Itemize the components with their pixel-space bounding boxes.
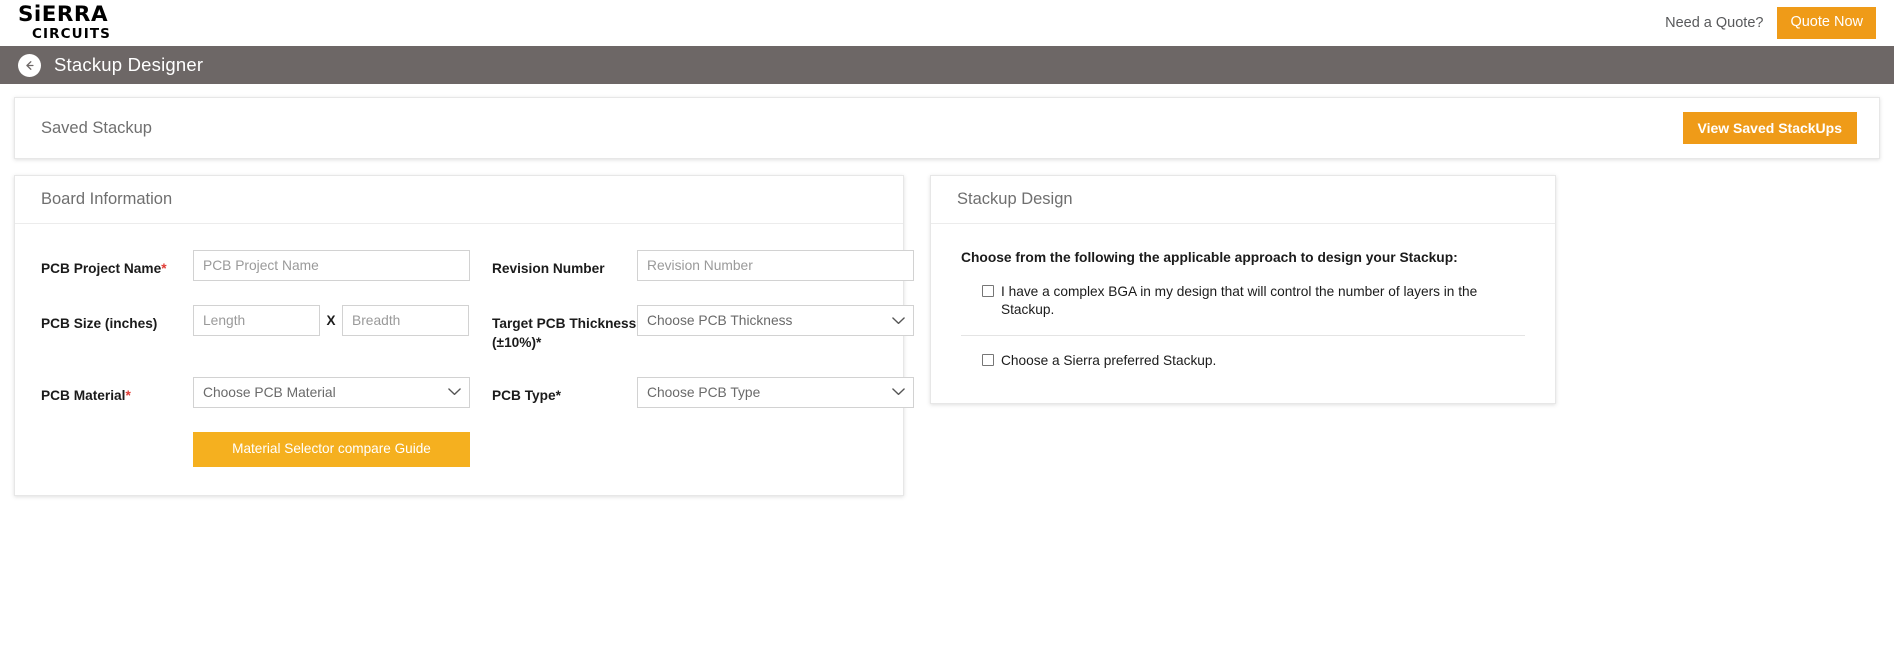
logo-line-2: CIRCUITS xyxy=(32,28,111,42)
form-row-project-name: PCB Project Name* Revision Number xyxy=(41,250,877,281)
target-pcb-thickness-cell: Choose PCB Thickness xyxy=(637,305,914,336)
page-title-bar: Stackup Designer xyxy=(0,46,1894,84)
top-bar: SiERRA CIRCUITS Need a Quote? Quote Now xyxy=(0,0,1894,46)
pcb-type-label-text: PCB Type xyxy=(492,388,556,403)
top-bar-actions: Need a Quote? Quote Now xyxy=(1665,7,1884,39)
stackup-design-heading: Stackup Design xyxy=(931,176,1555,224)
main-columns: Board Information PCB Project Name* Revi… xyxy=(14,175,1880,496)
target-pcb-thickness-label: Target PCB Thickness (±10%)* xyxy=(492,305,637,353)
pcb-material-label: PCB Material* xyxy=(41,377,193,405)
required-asterisk: * xyxy=(161,261,166,276)
board-information-form: PCB Project Name* Revision Number PCB Si… xyxy=(15,224,903,495)
back-arrow-icon[interactable] xyxy=(18,54,41,77)
form-row-pcb-size: PCB Size (inches) X Target PCB Thickness… xyxy=(41,305,877,353)
need-a-quote-text: Need a Quote? xyxy=(1665,15,1763,31)
view-saved-stackups-button[interactable]: View Saved StackUps xyxy=(1683,112,1857,144)
pcb-type-select[interactable]: Choose PCB Type xyxy=(637,377,914,408)
pcb-size-separator: X xyxy=(320,313,342,328)
target-thickness-label-line1: Target PCB Thickness xyxy=(492,316,636,331)
complex-bga-checkbox[interactable] xyxy=(982,285,994,297)
target-pcb-thickness-select[interactable]: Choose PCB Thickness xyxy=(637,305,914,336)
pcb-type-cell: Choose PCB Type xyxy=(637,377,914,408)
required-asterisk: * xyxy=(125,388,130,403)
pcb-size-cell: X xyxy=(193,305,470,336)
required-asterisk: * xyxy=(556,388,561,403)
pcb-material-select-wrap: Choose PCB Material xyxy=(193,377,470,408)
saved-stackup-title: Saved Stackup xyxy=(41,119,152,138)
board-information-column: Board Information PCB Project Name* Revi… xyxy=(14,175,904,496)
stackup-approach-instruction: Choose from the following the applicable… xyxy=(961,250,1525,265)
stackup-option-sierra-preferred[interactable]: Choose a Sierra preferred Stackup. xyxy=(961,336,1525,378)
revision-number-label: Revision Number xyxy=(492,250,637,278)
pcb-type-label: PCB Type* xyxy=(492,377,637,405)
sierra-preferred-checkbox[interactable] xyxy=(982,354,994,366)
pcb-project-name-input[interactable] xyxy=(193,250,470,281)
pcb-material-cell: Choose PCB Material xyxy=(193,377,470,408)
target-thickness-label-line2: (±10%) xyxy=(492,335,536,350)
pcb-project-name-cell xyxy=(193,250,470,281)
page-title: Stackup Designer xyxy=(54,54,203,76)
pcb-material-label-text: PCB Material xyxy=(41,388,125,403)
pcb-size-label: PCB Size (inches) xyxy=(41,305,193,333)
revision-number-cell xyxy=(637,250,914,281)
stackup-design-column: Stackup Design Choose from the following… xyxy=(930,175,1556,404)
page-content: Saved Stackup View Saved StackUps Board … xyxy=(0,97,1894,646)
board-information-card: Board Information PCB Project Name* Revi… xyxy=(14,175,904,496)
sierra-circuits-logo[interactable]: SiERRA CIRCUITS xyxy=(18,4,111,42)
quote-now-button[interactable]: Quote Now xyxy=(1777,7,1876,39)
saved-stackup-panel: Saved Stackup View Saved StackUps xyxy=(14,97,1880,159)
logo-line-1: SiERRA xyxy=(18,4,113,25)
required-asterisk: * xyxy=(536,335,541,350)
pcb-length-input[interactable] xyxy=(193,305,320,336)
stackup-design-body: Choose from the following the applicable… xyxy=(931,224,1555,403)
pcb-project-name-label-text: PCB Project Name xyxy=(41,261,161,276)
pcb-project-name-label: PCB Project Name* xyxy=(41,250,193,278)
sierra-preferred-label: Choose a Sierra preferred Stackup. xyxy=(1001,352,1216,370)
revision-number-input[interactable] xyxy=(637,250,914,281)
material-selector-compare-guide-button[interactable]: Material Selector compare Guide xyxy=(193,432,470,467)
pcb-material-select[interactable]: Choose PCB Material xyxy=(193,377,470,408)
form-row-pcb-material: PCB Material* Choose PCB Material xyxy=(41,377,877,408)
pcb-breadth-input[interactable] xyxy=(342,305,469,336)
complex-bga-label: I have a complex BGA in my design that w… xyxy=(1001,283,1525,319)
target-pcb-thickness-select-wrap: Choose PCB Thickness xyxy=(637,305,914,336)
stackup-design-card: Stackup Design Choose from the following… xyxy=(930,175,1556,404)
stackup-option-complex-bga[interactable]: I have a complex BGA in my design that w… xyxy=(961,283,1525,336)
pcb-type-select-wrap: Choose PCB Type xyxy=(637,377,914,408)
board-information-heading: Board Information xyxy=(15,176,903,224)
